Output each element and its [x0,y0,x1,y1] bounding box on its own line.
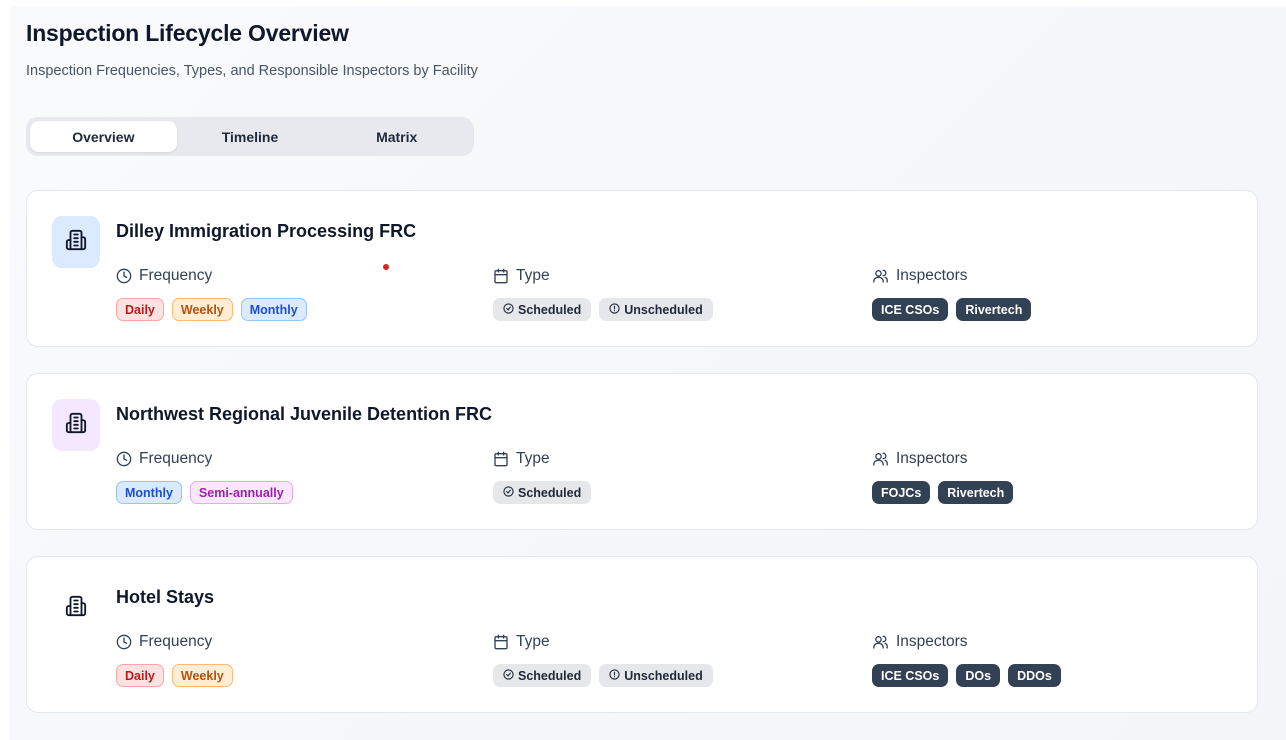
facility-name: Hotel Stays [116,587,215,607]
inspector-badge: DDOs [1008,664,1061,687]
type-badge-scheduled: Scheduled [493,298,592,321]
inspector-badge: ICE CSOs [872,298,949,321]
frequency-column: Frequency Daily Weekly Monthly [116,266,307,321]
facility-card: Northwest Regional Juvenile Detention FR… [26,373,1258,530]
facility-card: Hotel Stays Frequency Daily Weekly Type … [26,556,1258,713]
frequency-badge: Monthly [240,298,307,321]
alert-circle-icon [609,668,620,683]
inspectors-column: Inspectors FOJCs Rivertech [872,449,1014,504]
calendar-icon [493,634,509,650]
type-badge-unscheduled: Unscheduled [599,664,713,687]
building-icon [65,412,87,439]
type-badge-label: Unscheduled [624,668,703,683]
type-column: Type Scheduled Unscheduled [493,632,713,687]
cursor-dot [383,264,389,270]
alert-circle-icon [609,302,620,317]
type-badge-unscheduled: Unscheduled [599,298,713,321]
frequency-column: Frequency Daily Weekly [116,632,233,687]
frequency-label: Frequency [139,267,213,284]
type-badge-label: Scheduled [518,485,582,500]
check-circle-icon [503,668,514,683]
frequency-badge: Monthly [116,481,182,504]
type-column: Type Scheduled [493,449,592,504]
building-icon [65,229,87,256]
clock-icon [116,268,132,284]
users-icon [872,268,889,284]
clock-icon [116,634,132,650]
inspector-badge: FOJCs [872,481,931,504]
inspectors-label: Inspectors [896,450,968,467]
type-badge-label: Unscheduled [624,302,703,317]
frequency-badge: Weekly [171,298,233,321]
page-background: Inspection Lifecycle Overview Inspection… [10,6,1286,740]
clock-icon [116,451,132,467]
inspector-badge: Rivertech [956,298,1032,321]
facility-card: Dilley Immigration Processing FRC Freque… [26,190,1258,347]
users-icon [872,451,889,467]
users-icon [872,634,889,650]
calendar-icon [493,268,509,284]
frequency-label: Frequency [139,633,213,650]
inspector-badge: ICE CSOs [872,664,949,687]
type-badge-scheduled: Scheduled [493,481,592,504]
type-column: Type Scheduled Unscheduled [493,266,713,321]
facility-icon-tile [52,582,100,634]
inspectors-column: Inspectors ICE CSOs Rivertech [872,266,1032,321]
tab-timeline[interactable]: Timeline [177,121,324,152]
facility-name: Northwest Regional Juvenile Detention FR… [116,404,493,424]
inspector-badge: DOs [956,664,1001,687]
frequency-badge: Daily [116,664,164,687]
view-tabs: Overview Timeline Matrix [26,117,474,156]
type-label: Type [516,450,550,467]
frequency-column: Frequency Monthly Semi-annually [116,449,293,504]
facility-icon-tile [52,399,100,451]
inspectors-label: Inspectors [896,633,968,650]
type-badge-scheduled: Scheduled [493,664,592,687]
frequency-label: Frequency [139,450,213,467]
inspectors-column: Inspectors ICE CSOs DOs DDOs [872,632,1061,687]
type-label: Type [516,633,550,650]
inspector-badge: Rivertech [938,481,1014,504]
type-badge-label: Scheduled [518,302,582,317]
facility-icon-tile [52,216,100,268]
tab-overview[interactable]: Overview [30,121,177,152]
frequency-badge: Weekly [171,664,233,687]
page-title: Inspection Lifecycle Overview [26,20,349,46]
building-icon [65,595,87,622]
page-subtitle: Inspection Frequencies, Types, and Respo… [26,63,478,79]
check-circle-icon [503,485,514,500]
type-label: Type [516,267,550,284]
type-badge-label: Scheduled [518,668,582,683]
check-circle-icon [503,302,514,317]
frequency-badge: Daily [116,298,164,321]
tab-matrix[interactable]: Matrix [323,121,470,152]
facility-name: Dilley Immigration Processing FRC [116,221,417,241]
calendar-icon [493,451,509,467]
inspectors-label: Inspectors [896,267,968,284]
frequency-badge: Semi-annually [189,481,293,504]
